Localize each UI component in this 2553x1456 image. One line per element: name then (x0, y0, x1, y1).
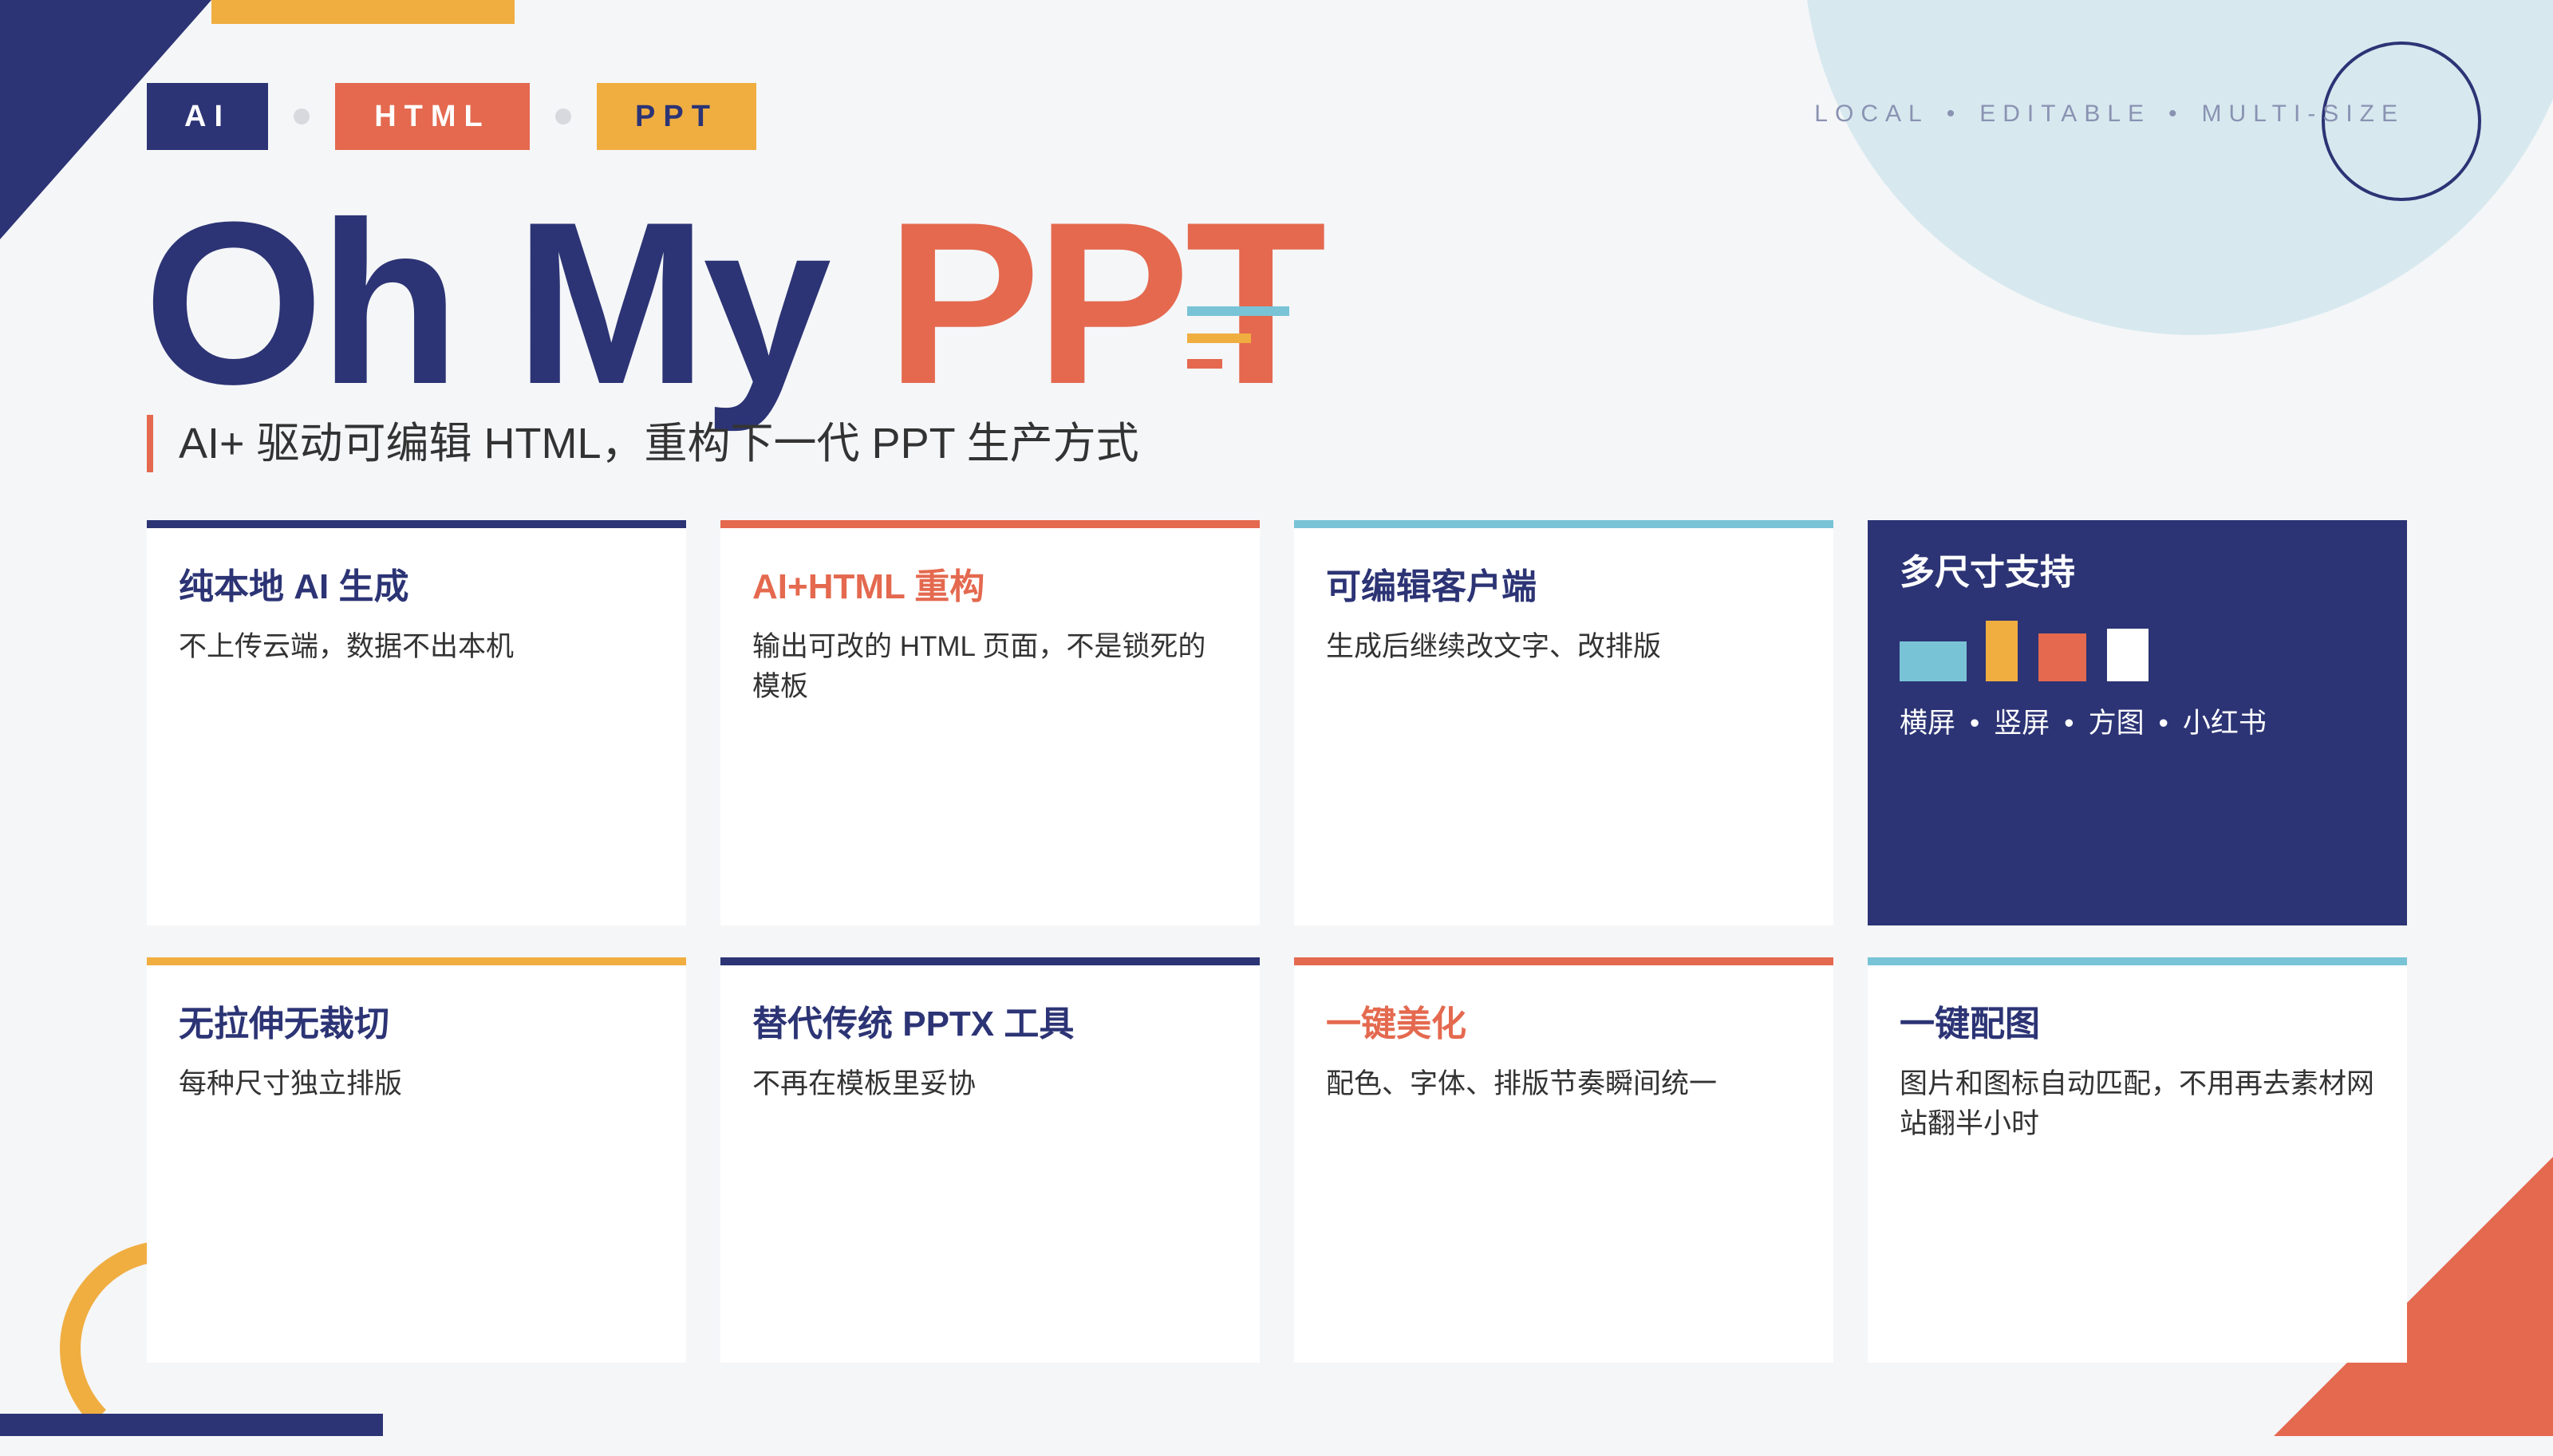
square-swatch (2038, 633, 2086, 681)
card-title: 一键配图 (1900, 1004, 2040, 1044)
xiaohongshu-swatch (2107, 629, 2149, 681)
size-portrait: 竖屏 (1994, 708, 2050, 739)
bottom-bar-decoration (0, 1414, 383, 1436)
size-xiaohongshu: 小红书 (2182, 708, 2267, 739)
feature-card-no-stretch: 无拉伸无裁切 每种尺寸独立排版 (147, 957, 686, 1363)
tag-ppt: PPT (597, 83, 756, 150)
feature-card-one-click-images: 一键配图 图片和图标自动匹配，不用再去素材网站翻半小时 (1868, 957, 2407, 1363)
portrait-swatch (1986, 621, 2018, 681)
card-description: 不再在模板里妥协 (752, 1068, 977, 1099)
dot-separator (555, 109, 571, 124)
size-landscape: 横屏 (1900, 708, 1956, 739)
card-title: 无拉伸无裁切 (179, 1004, 389, 1044)
tag-html: HTML (335, 83, 530, 150)
feature-card-ai-html: AI+HTML 重构 输出可改的 HTML 页面，不是锁死的模板 (720, 520, 1260, 925)
feature-card-multi-size: 多尺寸支持 横屏 • 竖屏 • 方图 • 小红书 (1868, 520, 2407, 925)
title-part-ppt: PPT (886, 174, 1327, 432)
feature-card-one-click-beautify: 一键美化 配色、字体、排版节奏瞬间统一 (1294, 957, 1833, 1363)
keyword-separator: • (2168, 101, 2184, 127)
card-title: 一键美化 (1326, 1004, 1466, 1044)
card-description: 图片和图标自动匹配，不用再去素材网站翻半小时 (1900, 1068, 2375, 1139)
card-title: AI+HTML 重构 (752, 567, 985, 606)
card-description: 配色、字体、排版节奏瞬间统一 (1326, 1068, 1718, 1099)
card-title: 替代传统 PPTX 工具 (752, 1004, 1075, 1044)
size-swatches (1900, 618, 2375, 681)
keyword-separator: • (1946, 101, 1963, 127)
keyword-editable: EDITABLE (1979, 101, 2152, 127)
card-title: 多尺寸支持 (1900, 553, 2075, 592)
size-square: 方图 (2088, 708, 2145, 739)
size-separator: • (2158, 708, 2168, 739)
card-description: 每种尺寸独立排版 (179, 1068, 403, 1099)
landscape-swatch (1900, 641, 1967, 681)
feature-card-editable-client: 可编辑客户端 生成后继续改文字、改排版 (1294, 520, 1833, 925)
feature-card-replace-pptx: 替代传统 PPTX 工具 不再在模板里妥协 (720, 957, 1260, 1363)
card-description: 生成后继续改文字、改排版 (1326, 631, 1662, 662)
card-title: 纯本地 AI 生成 (179, 567, 409, 606)
stripe-decoration (1187, 333, 1251, 343)
card-description: 输出可改的 HTML 页面，不是锁死的模板 (752, 631, 1206, 702)
keyword-multi-size: MULTI-SIZE (2201, 101, 2405, 127)
page-title: Oh My PPT (144, 168, 1327, 439)
feature-keywords: LOCAL • EDITABLE • MULTI-SIZE (1814, 101, 2405, 128)
size-separator: • (2064, 708, 2074, 739)
top-bar-decoration (211, 0, 515, 24)
title-part-oh-my: Oh My (144, 174, 831, 432)
subtitle: AI+ 驱动可编辑 HTML，重构下一代 PPT 生产方式 (147, 415, 1139, 472)
card-title: 可编辑客户端 (1326, 567, 1537, 606)
card-description: 不上传云端，数据不出本机 (179, 631, 515, 662)
size-list: 横屏 • 竖屏 • 方图 • 小红书 (1900, 700, 2375, 741)
tag-ai: AI (147, 83, 268, 150)
keyword-local: LOCAL (1814, 101, 1929, 127)
feature-card-local-ai: 纯本地 AI 生成 不上传云端，数据不出本机 (147, 520, 686, 925)
stripe-decoration (1187, 359, 1222, 369)
dot-separator (294, 109, 310, 124)
size-separator: • (1970, 708, 1980, 739)
stripe-decoration (1187, 306, 1289, 316)
